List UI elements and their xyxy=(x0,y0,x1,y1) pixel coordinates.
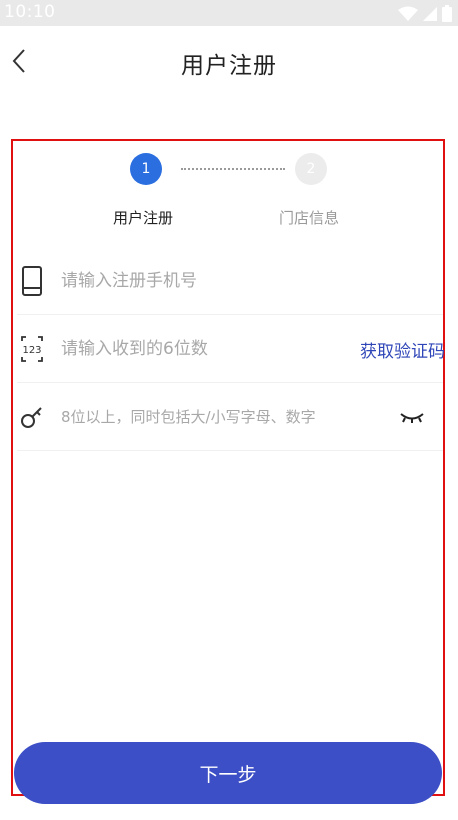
status-time: 10:10 xyxy=(4,2,56,22)
phone-row xyxy=(17,247,443,315)
registration-form: 1 2 用户注册 门店信息 123 获取验证码 xyxy=(11,139,445,796)
password-input[interactable] xyxy=(61,401,381,433)
next-step-button[interactable]: 下一步 xyxy=(14,742,442,804)
step-1-indicator: 1 xyxy=(130,153,162,185)
page-title: 用户注册 xyxy=(181,53,277,79)
status-bar: 10:10 xyxy=(0,0,458,26)
password-row xyxy=(17,383,443,451)
key-icon xyxy=(21,407,42,428)
get-code-button[interactable]: 获取验证码 xyxy=(360,337,445,362)
battery-icon xyxy=(442,5,452,22)
step-1-label: 用户注册 xyxy=(113,209,174,227)
code-row: 123 获取验证码 xyxy=(17,315,445,383)
code-123-icon: 123 xyxy=(21,336,43,362)
step-2-indicator: 2 xyxy=(295,153,327,185)
nav-bar: 用户注册 xyxy=(0,26,458,96)
phone-icon xyxy=(22,266,42,296)
status-icons xyxy=(398,5,452,22)
step-connector xyxy=(181,168,285,170)
stepper: 1 2 用户注册 门店信息 xyxy=(13,153,443,233)
signal-icon xyxy=(423,6,437,21)
eye-closed-icon[interactable] xyxy=(399,407,425,427)
wifi-icon xyxy=(398,6,418,21)
svg-text:123: 123 xyxy=(22,345,41,356)
step-2-label: 门店信息 xyxy=(279,209,340,227)
phone-input[interactable] xyxy=(61,265,321,297)
code-input[interactable] xyxy=(61,333,321,365)
